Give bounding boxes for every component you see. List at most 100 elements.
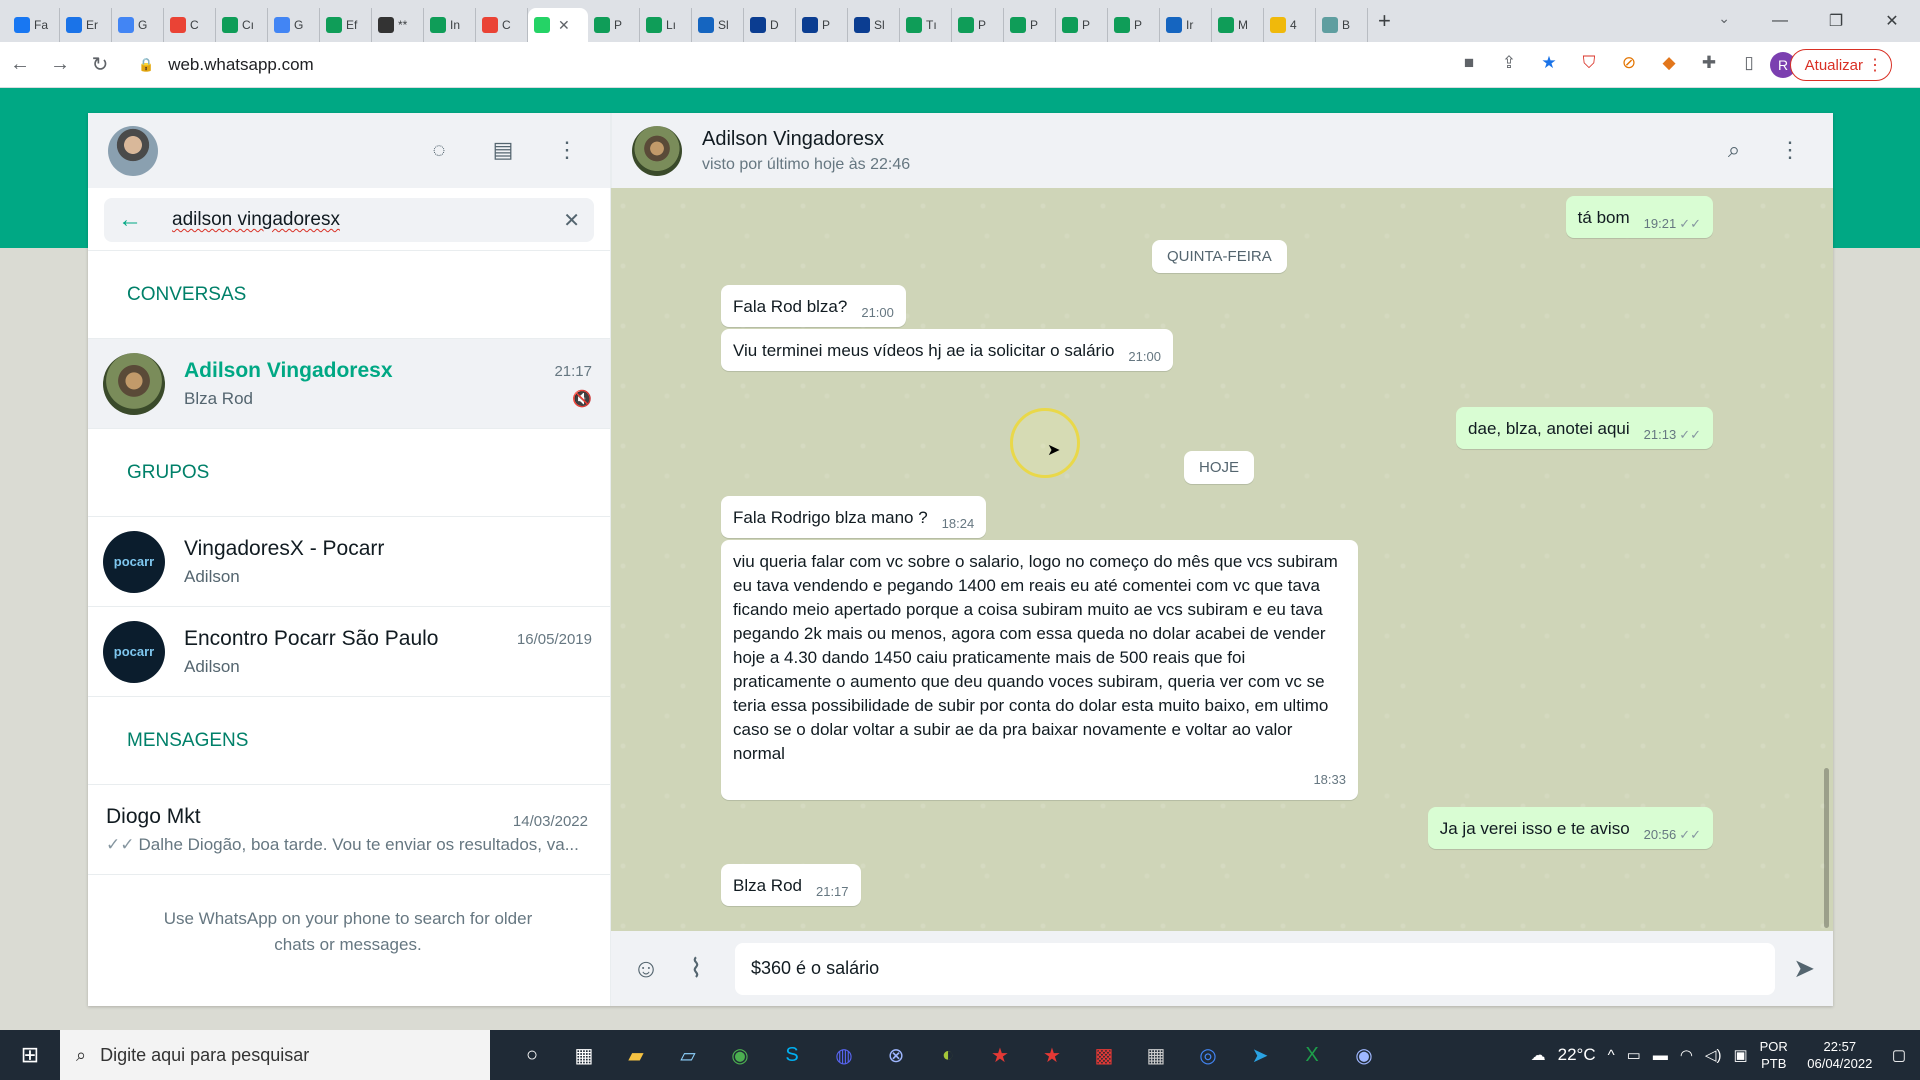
browser-tab[interactable]: Sl	[848, 8, 900, 42]
lock-app-icon[interactable]: ⊗	[870, 1030, 922, 1080]
browser-tab[interactable]: In	[424, 8, 476, 42]
menu-icon[interactable]: ⋮	[554, 137, 580, 163]
notepad-icon[interactable]: ▱	[662, 1030, 714, 1080]
taskbar-search[interactable]: ⌕ Digite aqui para pesquisar	[60, 1030, 490, 1080]
chat-row-encontro-pocarr[interactable]: pocarr Encontro Pocarr São Paulo Adilson…	[88, 607, 610, 697]
browser-tab[interactable]: **	[372, 8, 424, 42]
contact-name[interactable]: Adilson Vingadoresx	[702, 128, 910, 151]
recording-icon[interactable]: ◉	[1338, 1030, 1390, 1080]
battery-icon[interactable]: ▬	[1653, 1047, 1668, 1064]
chat-row-adilson[interactable]: Adilson Vingadoresx Blza Rod 21:17 🔇	[88, 339, 610, 429]
minimize-button[interactable]: —	[1752, 0, 1808, 42]
file-explorer-icon[interactable]: ▰	[610, 1030, 662, 1080]
tab-whatsapp-active[interactable]: ✕	[528, 8, 588, 42]
clear-search-icon[interactable]: ✕	[563, 208, 580, 233]
reload-icon[interactable]: ↻	[80, 52, 120, 77]
browser-tab[interactable]: P	[1004, 8, 1056, 42]
tab-close-icon[interactable]: ✕	[558, 17, 570, 34]
network-icon[interactable]: ▣	[1733, 1046, 1747, 1064]
send-icon[interactable]: ➤	[1793, 953, 1815, 984]
browser-tab[interactable]: 4	[1264, 8, 1316, 42]
skype-icon[interactable]: S	[766, 1030, 818, 1080]
search-icon[interactable]: ⌕	[1721, 137, 1747, 163]
telegram-icon[interactable]: ➤	[1234, 1030, 1286, 1080]
new-tab-button[interactable]: +	[1378, 8, 1391, 34]
chat-row-vingadoresx-pocarr[interactable]: pocarr VingadoresX - Pocarr Adilson	[88, 517, 610, 607]
browser-tab[interactable]: Ef	[320, 8, 372, 42]
search-input[interactable]: adilson vingadoresx	[172, 209, 563, 231]
browser-tab[interactable]: Ir	[1160, 8, 1212, 42]
browser-tab[interactable]: G	[268, 8, 320, 42]
side-panel-icon[interactable]: ▯	[1738, 52, 1760, 74]
discord-icon[interactable]: ◍	[818, 1030, 870, 1080]
message-incoming-long[interactable]: viu queria falar com vc sobre o salario,…	[721, 540, 1358, 800]
message-input[interactable]: $360 é o salário	[735, 942, 1776, 995]
calculator-icon[interactable]: ▦	[1130, 1030, 1182, 1080]
attach-icon[interactable]: ⌇	[679, 952, 713, 986]
camera-icon[interactable]: ■	[1458, 52, 1480, 74]
new-chat-icon[interactable]: ▤	[490, 137, 516, 163]
winamax-icon[interactable]: ▩	[1078, 1030, 1130, 1080]
browser-tab[interactable]: P	[1108, 8, 1160, 42]
message-outgoing[interactable]: tá bom 19:21 ✓✓	[1565, 196, 1713, 238]
weather-cloud-icon[interactable]: ☁	[1531, 1046, 1546, 1064]
shield-icon[interactable]: ⛉	[1578, 52, 1600, 74]
tab-search-icon[interactable]: ⌄	[1718, 10, 1730, 27]
browser-tab[interactable]: Tı	[900, 8, 952, 42]
message-outgoing[interactable]: Ja ja verei isso e te aviso 20:56 ✓✓	[1427, 807, 1713, 849]
share-icon[interactable]: ⇪	[1498, 52, 1520, 74]
android-icon[interactable]: ◐	[922, 1030, 974, 1080]
browser-tab[interactable]: Fa	[8, 8, 60, 42]
browser-tab[interactable]: C	[164, 8, 216, 42]
wifi-icon[interactable]: ◠	[1680, 1046, 1693, 1064]
meet-icon[interactable]: ▭	[1627, 1046, 1641, 1064]
url-text[interactable]: web.whatsapp.com	[168, 55, 314, 75]
contact-avatar[interactable]	[632, 125, 682, 176]
browser-tab[interactable]: C	[476, 8, 528, 42]
browser-icon[interactable]: ◎	[1182, 1030, 1234, 1080]
pokerstars-icon-2[interactable]: ★	[1026, 1030, 1078, 1080]
conversation-header[interactable]: Adilson Vingadoresx visto por último hoj…	[611, 113, 1833, 188]
volume-icon[interactable]: ◁)	[1705, 1046, 1722, 1064]
chrome-icon[interactable]: ◉	[714, 1030, 766, 1080]
emoji-icon[interactable]: ☺	[629, 952, 663, 986]
message-list[interactable]: tá bom 19:21 ✓✓ QUINTA-FEIRA Fala Rod blza…	[611, 188, 1833, 931]
browser-tab[interactable]: Er	[60, 8, 112, 42]
browser-tab[interactable]: Lı	[640, 8, 692, 42]
clock[interactable]: 22:57 06/04/2022	[1800, 1038, 1880, 1072]
bookmark-star-icon[interactable]: ★	[1538, 52, 1560, 74]
scrollbar[interactable]	[1824, 768, 1829, 928]
restore-button[interactable]: ❐	[1808, 0, 1864, 42]
browser-tab[interactable]: Cı	[216, 8, 268, 42]
message-incoming[interactable]: Fala Rod blza? 21:00	[721, 285, 906, 327]
message-outgoing[interactable]: dae, blza, anotei aqui 21:13 ✓✓	[1456, 407, 1713, 449]
update-button[interactable]: Atualizar	[1789, 49, 1892, 81]
browser-tab[interactable]: B	[1316, 8, 1368, 42]
message-incoming[interactable]: Fala Rodrigo blza mano ? 18:24	[721, 496, 987, 538]
browser-tab[interactable]: Sl	[692, 8, 744, 42]
lock-icon[interactable]: 🔒	[138, 57, 154, 73]
notifications-icon[interactable]: ▢	[1892, 1046, 1906, 1064]
my-avatar[interactable]	[108, 125, 158, 176]
forward-icon[interactable]: →	[40, 53, 80, 76]
back-arrow-icon[interactable]: ←	[118, 206, 150, 234]
browser-tab[interactable]: P	[952, 8, 1004, 42]
message-result-diogo[interactable]: Diogo Mkt 14/03/2022 ✓✓ Dalhe Diogão, boa…	[88, 785, 610, 875]
extension-block-icon[interactable]: ⊘	[1618, 52, 1640, 74]
language-indicator[interactable]: POR PTB	[1760, 1038, 1788, 1072]
message-incoming[interactable]: Blza Rod 21:17	[721, 864, 861, 906]
task-view-icon[interactable]: ▦	[558, 1030, 610, 1080]
excel-icon[interactable]: X	[1286, 1030, 1338, 1080]
close-window-button[interactable]: ✕	[1864, 0, 1920, 42]
cortana-icon[interactable]: ○	[506, 1030, 558, 1080]
status-icon[interactable]: ◌	[426, 137, 452, 163]
browser-tab[interactable]: D	[744, 8, 796, 42]
fox-icon[interactable]: ◆	[1658, 52, 1680, 74]
menu-icon[interactable]: ⋮	[1777, 137, 1803, 163]
pokerstars-icon[interactable]: ★	[974, 1030, 1026, 1080]
browser-tab[interactable]: P	[588, 8, 640, 42]
browser-tab[interactable]: G	[112, 8, 164, 42]
browser-tab[interactable]: P	[1056, 8, 1108, 42]
browser-tab[interactable]: P	[796, 8, 848, 42]
browser-tab[interactable]: M	[1212, 8, 1264, 42]
